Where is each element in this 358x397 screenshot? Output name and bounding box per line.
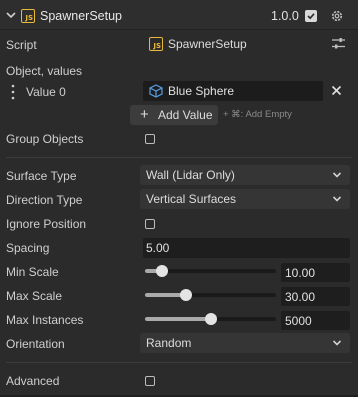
ignore-position-label: Ignore Position <box>6 217 87 231</box>
divider <box>6 157 352 158</box>
chevron-down-icon <box>332 196 342 202</box>
chevron-down-icon <box>332 172 342 178</box>
plus-icon: + <box>140 106 149 123</box>
js-script-icon: JS <box>21 9 35 23</box>
ignore-position-checkbox[interactable] <box>145 219 155 229</box>
value-0-name: Blue Sphere <box>168 84 235 98</box>
component-enabled-checkbox[interactable] <box>305 10 317 22</box>
spacing-label: Spacing <box>6 241 50 255</box>
script-name: SpawnerSetup <box>168 37 247 51</box>
max-instances-input[interactable]: 5000 <box>281 311 350 330</box>
close-icon[interactable] <box>331 85 342 96</box>
component-version: 1.0.0 <box>271 9 299 23</box>
add-value-button[interactable]: + Add Value <box>130 105 218 125</box>
slider-fill <box>145 317 211 321</box>
max-scale-slider[interactable] <box>145 289 276 301</box>
max-instances-label: Max Instances <box>6 313 84 327</box>
cube-icon <box>149 84 163 98</box>
slider-thumb[interactable] <box>204 313 217 325</box>
component-title: SpawnerSetup <box>40 9 123 23</box>
advanced-checkbox[interactable] <box>145 376 155 386</box>
chevron-down-icon <box>332 340 342 346</box>
direction-type-dropdown[interactable]: Vertical Surfaces <box>140 189 350 209</box>
min-scale-label: Min Scale <box>6 265 59 279</box>
value-0-field[interactable]: Blue Sphere <box>143 81 323 101</box>
max-instances-slider[interactable] <box>145 313 276 325</box>
sliders-icon[interactable] <box>332 38 345 49</box>
orientation-label: Orientation <box>6 337 65 351</box>
surface-type-dropdown[interactable]: Wall (Lidar Only) <box>140 165 350 185</box>
slider-thumb[interactable] <box>156 265 169 277</box>
script-label: Script <box>6 38 37 52</box>
group-objects-label: Group Objects <box>6 132 84 146</box>
orientation-dropdown[interactable]: Random <box>140 333 350 353</box>
value-item-label: Value 0 <box>26 85 66 99</box>
direction-type-label: Direction Type <box>6 193 83 207</box>
max-scale-input[interactable]: 30.00 <box>281 287 350 306</box>
chevron-down-icon[interactable] <box>5 9 17 21</box>
group-objects-checkbox[interactable] <box>145 134 155 144</box>
script-field[interactable]: JS SpawnerSetup <box>143 34 323 54</box>
divider <box>6 362 352 363</box>
gear-icon[interactable] <box>330 9 344 23</box>
slider-thumb[interactable] <box>179 289 192 301</box>
advanced-label: Advanced <box>6 374 60 388</box>
js-script-icon: JS <box>149 37 163 51</box>
min-scale-slider[interactable] <box>145 265 276 277</box>
object-values-label: Object, values <box>6 64 83 78</box>
min-scale-input[interactable]: 10.00 <box>281 263 350 282</box>
add-empty-hint: + ⌘: Add Empty <box>223 109 292 120</box>
max-scale-label: Max Scale <box>6 289 63 303</box>
checkmark-icon <box>307 13 315 20</box>
surface-type-label: Surface Type <box>6 169 77 183</box>
drag-handle-icon[interactable] <box>11 84 15 100</box>
inspector-panel: JS SpawnerSetup 1.0.0 Script JS SpawnerS… <box>0 0 358 397</box>
component-header[interactable]: JS SpawnerSetup 1.0.0 <box>0 0 358 30</box>
spacing-input[interactable]: 5.00 <box>143 238 350 258</box>
